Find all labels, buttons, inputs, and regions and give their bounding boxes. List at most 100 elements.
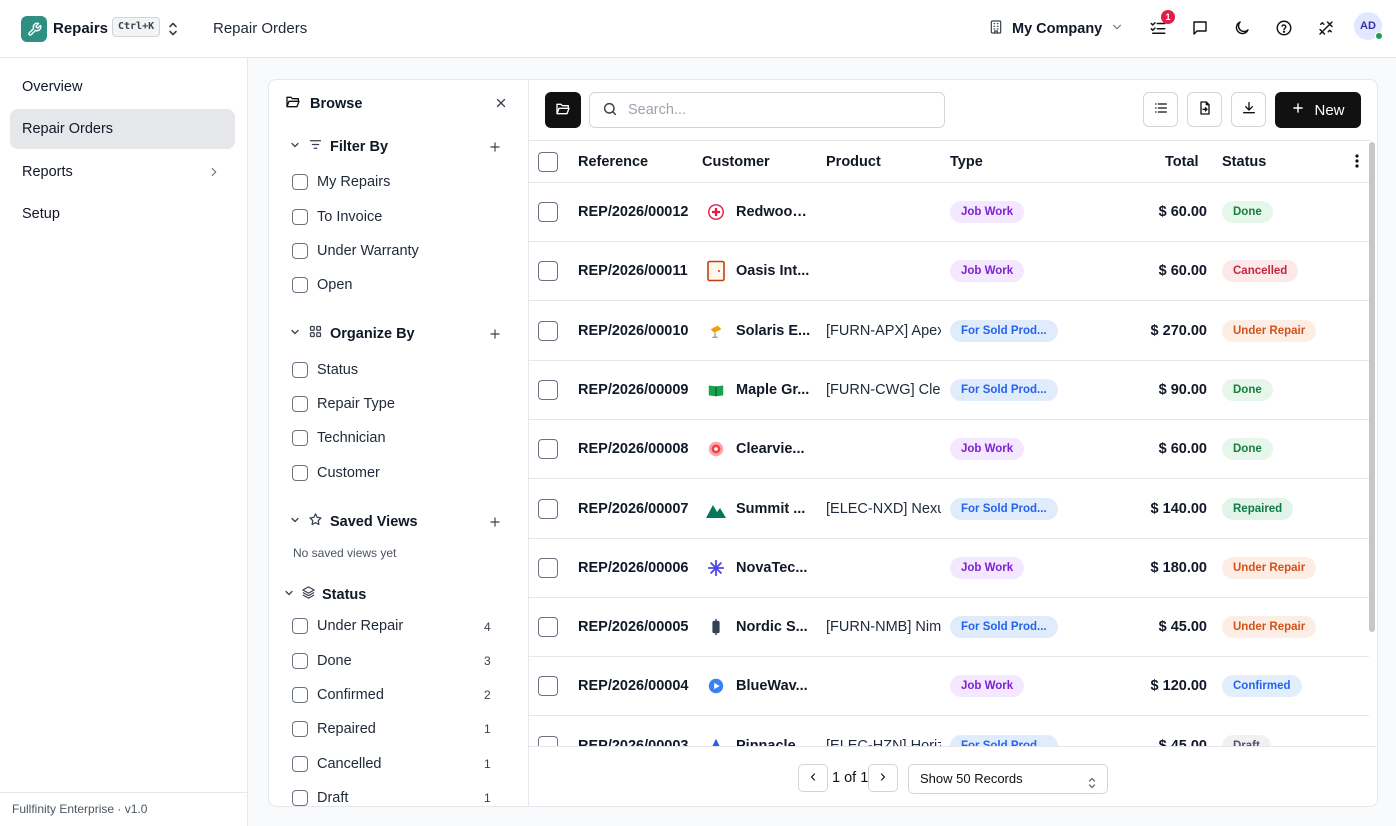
row-reference[interactable]: REP/2026/00011 xyxy=(578,263,695,279)
organize-option[interactable]: Status xyxy=(292,362,358,378)
download-button[interactable] xyxy=(1231,92,1266,127)
status-option[interactable]: Under Repair xyxy=(292,618,403,634)
list-view-button[interactable] xyxy=(1143,92,1178,127)
table-row[interactable]: REP/2026/00005 Nordic S... [FURN-NMB] Nimb… xyxy=(529,598,1369,658)
add-filter-icon[interactable] xyxy=(488,140,502,154)
checkbox[interactable] xyxy=(292,209,308,225)
table-row[interactable]: REP/2026/00008 Clearvie... Job Work $ 60.00… xyxy=(529,420,1369,480)
saved-views-section-header[interactable]: Saved Views xyxy=(289,512,418,531)
row-reference[interactable]: REP/2026/00012 xyxy=(578,204,695,220)
table-row[interactable]: REP/2026/00006 NovaTec... Job Work $ 180.00… xyxy=(529,539,1369,598)
wrench-icon[interactable] xyxy=(21,16,47,42)
status-section-header[interactable]: Status xyxy=(283,585,366,604)
checkbox[interactable] xyxy=(292,174,308,190)
add-grouping-icon[interactable] xyxy=(488,327,502,341)
table-row[interactable]: REP/2026/00007 Summit ... [ELEC-NXD] Nexus… xyxy=(529,480,1369,539)
row-reference[interactable]: REP/2026/00009 xyxy=(578,382,695,398)
row-reference[interactable]: REP/2026/00007 xyxy=(578,501,695,517)
moon-icon[interactable] xyxy=(1232,18,1252,38)
row-checkbox[interactable] xyxy=(538,557,558,578)
column-header-status[interactable]: Status xyxy=(1222,154,1266,170)
row-checkbox[interactable] xyxy=(538,320,558,341)
organize-by-section-header[interactable]: Organize By xyxy=(289,324,415,343)
checkbox[interactable] xyxy=(292,653,308,669)
import-button[interactable] xyxy=(1187,92,1222,127)
organize-option[interactable]: Customer xyxy=(292,465,380,481)
add-saved-view-icon[interactable] xyxy=(488,515,502,529)
new-button[interactable]: New xyxy=(1275,92,1361,128)
row-checkbox[interactable] xyxy=(538,676,558,697)
checkbox[interactable] xyxy=(292,756,308,772)
help-icon[interactable] xyxy=(1274,18,1294,38)
search-box[interactable] xyxy=(589,92,945,128)
filter-option[interactable]: To Invoice xyxy=(292,209,382,225)
checkbox[interactable] xyxy=(292,465,308,481)
row-checkbox[interactable] xyxy=(538,261,558,282)
row-reference[interactable]: REP/2026/00005 xyxy=(578,619,695,635)
filter-option[interactable]: My Repairs xyxy=(292,174,390,190)
table-row[interactable]: REP/2026/00009 Maple Gr... [FURN-CWG] Clea… xyxy=(529,361,1369,420)
row-reference[interactable]: REP/2026/00003 xyxy=(578,738,695,746)
checkbox[interactable] xyxy=(292,790,308,806)
row-checkbox[interactable] xyxy=(538,379,558,400)
checkbox[interactable] xyxy=(292,721,308,737)
table-row[interactable]: REP/2026/00012 Redwood... Job Work $ 60.00 D… xyxy=(529,183,1369,242)
select-all-checkbox[interactable] xyxy=(538,152,558,172)
row-checkbox[interactable] xyxy=(538,439,558,460)
table-row[interactable]: REP/2026/00003 Pinnacle... [ELEC-HZN] Hori… xyxy=(529,717,1369,746)
row-checkbox[interactable] xyxy=(538,735,558,746)
row-reference[interactable]: REP/2026/00008 xyxy=(578,441,695,457)
checkbox[interactable] xyxy=(292,362,308,378)
status-option[interactable]: Draft xyxy=(292,790,348,806)
tools-icon[interactable] xyxy=(1316,18,1336,38)
column-header-product[interactable]: Product xyxy=(826,154,881,170)
status-option[interactable]: Repaired xyxy=(292,721,376,737)
checkbox[interactable] xyxy=(292,687,308,703)
checkbox[interactable] xyxy=(292,243,308,259)
filter-option[interactable]: Under Warranty xyxy=(292,243,419,259)
checkbox[interactable] xyxy=(292,277,308,293)
app-name[interactable]: Repairs xyxy=(53,20,108,37)
scrollbar[interactable] xyxy=(1369,142,1375,632)
company-switcher[interactable]: My Company xyxy=(988,19,1124,39)
row-checkbox[interactable] xyxy=(538,498,558,519)
more-vertical-icon[interactable] xyxy=(1351,153,1363,172)
browse-toggle-button[interactable] xyxy=(545,92,581,128)
column-header-customer[interactable]: Customer xyxy=(702,154,770,170)
row-checkbox[interactable] xyxy=(538,202,558,222)
next-page-button[interactable] xyxy=(868,764,898,792)
row-checkbox[interactable] xyxy=(538,617,558,638)
column-header-total[interactable]: Total xyxy=(1165,154,1199,170)
previous-page-button[interactable] xyxy=(798,764,828,792)
filter-by-section-header[interactable]: Filter By xyxy=(289,137,388,156)
status-option[interactable]: Cancelled xyxy=(292,756,382,772)
sidebar-item-setup[interactable]: Setup xyxy=(10,194,235,234)
checkbox[interactable] xyxy=(292,618,308,634)
checkbox[interactable] xyxy=(292,396,308,412)
organize-option[interactable]: Technician xyxy=(292,430,386,446)
status-count: 1 xyxy=(484,757,491,771)
chat-icon[interactable] xyxy=(1190,18,1210,38)
organize-option[interactable]: Repair Type xyxy=(292,396,395,412)
row-reference[interactable]: REP/2026/00010 xyxy=(578,323,695,339)
sidebar-item-reports[interactable]: Reports xyxy=(10,152,235,192)
checkbox[interactable] xyxy=(292,430,308,446)
table-row[interactable]: REP/2026/00010 Solaris E... [FURN-APX] Ape… xyxy=(529,302,1369,361)
sidebar-item-repair-orders[interactable]: Repair Orders xyxy=(10,109,235,149)
status-option[interactable]: Done xyxy=(292,653,352,669)
chevron-up-down-icon[interactable] xyxy=(166,20,180,38)
column-header-type[interactable]: Type xyxy=(950,154,983,170)
column-header-reference[interactable]: Reference xyxy=(578,154,648,170)
status-option-label: Cancelled xyxy=(317,756,382,772)
table-row[interactable]: REP/2026/00011 Oasis Int... Job Work $ 60.0… xyxy=(529,242,1369,302)
row-reference[interactable]: REP/2026/00006 xyxy=(578,560,695,576)
breadcrumb[interactable]: Repair Orders xyxy=(213,20,307,37)
close-icon[interactable] xyxy=(494,96,508,110)
filter-option[interactable]: Open xyxy=(292,277,352,293)
search-input[interactable] xyxy=(628,102,928,118)
table-row[interactable]: REP/2026/00004 BlueWav... Job Work $ 120.00… xyxy=(529,657,1369,717)
row-reference[interactable]: REP/2026/00004 xyxy=(578,678,695,694)
status-option[interactable]: Confirmed xyxy=(292,687,384,703)
sidebar-item-overview[interactable]: Overview xyxy=(10,67,235,107)
page-size-select[interactable]: Show 50 Records xyxy=(908,764,1108,794)
